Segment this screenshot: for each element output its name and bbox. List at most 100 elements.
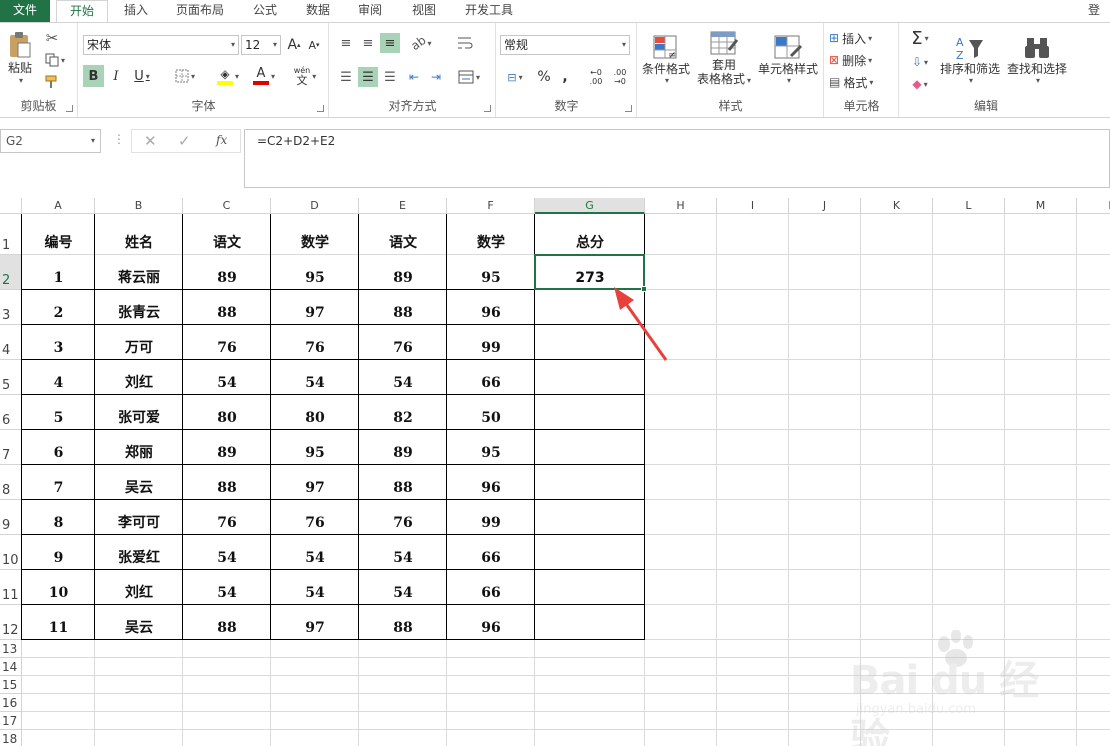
table-cell[interactable]: 张可爱	[95, 408, 183, 428]
comma-style-button[interactable]: ,	[557, 67, 573, 87]
decrease-decimal-button[interactable]: .00 →0	[609, 67, 631, 87]
table-cell[interactable]	[535, 443, 645, 463]
format-cells-button[interactable]: ▤ 格式 ▾	[829, 73, 895, 91]
font-color-button[interactable]: A ▾	[249, 65, 279, 87]
bold-button[interactable]: B	[83, 65, 104, 87]
row-header-18[interactable]: 18	[0, 730, 22, 746]
tab-view[interactable]: 视图	[402, 0, 446, 22]
header-cell[interactable]: 语文	[183, 233, 271, 253]
table-cell[interactable]	[535, 478, 645, 498]
paste-button[interactable]: 粘贴 ▾	[4, 29, 36, 87]
column-header-l[interactable]: L	[933, 198, 1005, 214]
row-header-17[interactable]: 17	[0, 712, 22, 730]
tab-file[interactable]: 文件	[0, 0, 50, 22]
formula-input[interactable]: =C2+D2+E2	[244, 129, 1110, 188]
column-header-g[interactable]: G	[535, 198, 645, 214]
dialog-launcher-icon[interactable]	[317, 105, 324, 112]
table-cell[interactable]: 66	[447, 373, 535, 393]
table-cell[interactable]: 95	[271, 443, 359, 463]
table-cell[interactable]: 郑丽	[95, 443, 183, 463]
table-cell[interactable]: 10	[22, 583, 95, 603]
table-cell[interactable]: 刘红	[95, 373, 183, 393]
table-cell[interactable]: 88	[359, 618, 447, 638]
table-cell[interactable]: 66	[447, 548, 535, 568]
table-cell[interactable]: 吴云	[95, 618, 183, 638]
copy-button[interactable]: ▾	[42, 51, 68, 69]
table-cell[interactable]	[535, 408, 645, 428]
table-cell[interactable]: 88	[183, 303, 271, 323]
tab-page-layout[interactable]: 页面布局	[168, 0, 232, 22]
font-size-select[interactable]: 12 ▾	[241, 35, 281, 55]
header-cell[interactable]: 数学	[271, 233, 359, 253]
table-cell[interactable]: 88	[359, 478, 447, 498]
table-cell[interactable]: 8	[22, 513, 95, 533]
orientation-button[interactable]: ab ▾	[406, 33, 436, 53]
dialog-launcher-icon[interactable]	[66, 105, 73, 112]
table-cell[interactable]	[535, 513, 645, 533]
delete-cells-button[interactable]: ⊠ 删除 ▾	[829, 51, 895, 69]
table-cell[interactable]: 96	[447, 303, 535, 323]
increase-indent-button[interactable]: ⇥	[426, 67, 446, 87]
table-cell[interactable]: 4	[22, 373, 95, 393]
table-cell[interactable]: 76	[183, 338, 271, 358]
table-cell[interactable]: 50	[447, 408, 535, 428]
table-cell[interactable]: 96	[447, 618, 535, 638]
format-as-table-button[interactable]: 套用 表格格式 ▾	[694, 27, 754, 91]
header-cell[interactable]: 数学	[447, 233, 535, 253]
table-cell[interactable]: 76	[359, 338, 447, 358]
align-left-button[interactable]: ☰	[336, 67, 356, 87]
row-header-2[interactable]: 2	[0, 255, 22, 290]
insert-function-icon[interactable]: fx	[216, 133, 227, 147]
table-cell[interactable]: 吴云	[95, 478, 183, 498]
align-right-button[interactable]: ☰	[380, 67, 400, 87]
clear-button[interactable]: ◆ ▾	[904, 75, 936, 93]
row-header-6[interactable]: 6	[0, 395, 22, 430]
table-cell[interactable]: 5	[22, 408, 95, 428]
select-all-corner[interactable]	[0, 198, 22, 214]
increase-font-button[interactable]: A ▴	[285, 35, 303, 55]
row-header-16[interactable]: 16	[0, 694, 22, 712]
row-header-7[interactable]: 7	[0, 430, 22, 465]
column-header-k[interactable]: K	[861, 198, 933, 214]
table-cell[interactable]: 97	[271, 618, 359, 638]
table-cell[interactable]: 李可可	[95, 513, 183, 533]
table-cell[interactable]: 3	[22, 338, 95, 358]
table-cell[interactable]: 99	[447, 338, 535, 358]
table-cell[interactable]: 88	[183, 478, 271, 498]
header-cell[interactable]: 编号	[22, 233, 95, 253]
cut-button[interactable]: ✂	[42, 29, 62, 47]
cancel-icon[interactable]: ✕	[144, 132, 157, 150]
table-cell[interactable]: 82	[359, 408, 447, 428]
column-header-d[interactable]: D	[271, 198, 359, 214]
column-header-n[interactable]: N	[1077, 198, 1110, 214]
table-cell[interactable]: 7	[22, 478, 95, 498]
accounting-format-button[interactable]: ⊟ ▾	[500, 67, 530, 87]
tab-insert[interactable]: 插入	[114, 0, 158, 22]
tab-review[interactable]: 审阅	[348, 0, 392, 22]
row-header-13[interactable]: 13	[0, 640, 22, 658]
table-cell[interactable]: 54	[271, 373, 359, 393]
table-cell[interactable]: 76	[183, 513, 271, 533]
header-cell[interactable]: 总分	[535, 233, 645, 253]
table-cell[interactable]: 89	[183, 268, 271, 288]
row-header-4[interactable]: 4	[0, 325, 22, 360]
table-cell[interactable]	[535, 373, 645, 393]
sort-filter-button[interactable]: AZ 排序和筛选 ▾	[938, 27, 1002, 91]
row-header-8[interactable]: 8	[0, 465, 22, 500]
column-header-i[interactable]: I	[717, 198, 789, 214]
number-format-select[interactable]: 常规 ▾	[500, 35, 630, 55]
tab-data[interactable]: 数据	[296, 0, 340, 22]
table-cell[interactable]	[535, 618, 645, 638]
row-header-11[interactable]: 11	[0, 570, 22, 605]
row-header-14[interactable]: 14	[0, 658, 22, 676]
row-header-1[interactable]: 1	[0, 214, 22, 255]
merge-center-button[interactable]: ▾	[454, 67, 484, 87]
align-top-button[interactable]: ≡	[336, 33, 356, 53]
borders-button[interactable]: ▾	[171, 65, 199, 87]
table-cell[interactable]: 6	[22, 443, 95, 463]
table-cell[interactable]: 89	[183, 443, 271, 463]
table-cell[interactable]: 99	[447, 513, 535, 533]
align-middle-button[interactable]: ≡	[358, 33, 378, 53]
decrease-indent-button[interactable]: ⇤	[404, 67, 424, 87]
row-header-12[interactable]: 12	[0, 605, 22, 640]
